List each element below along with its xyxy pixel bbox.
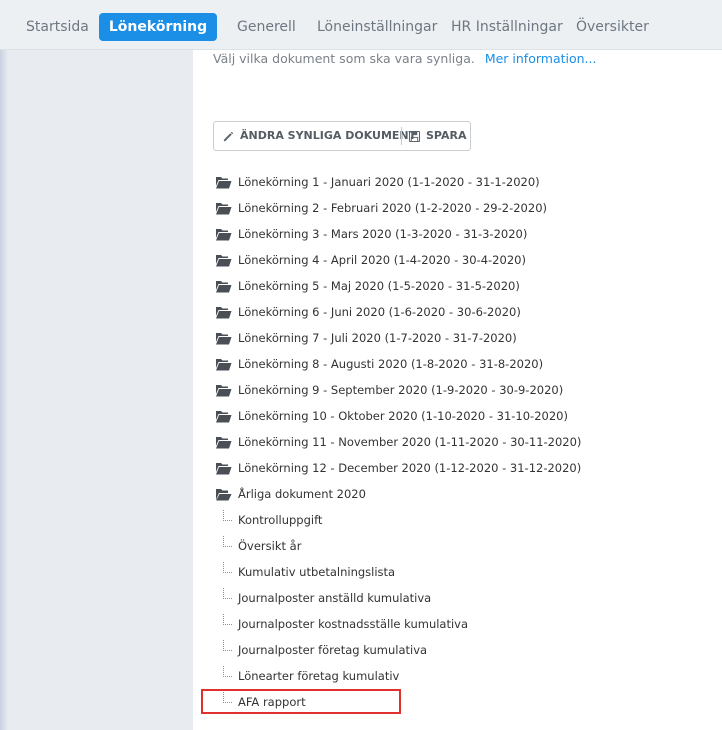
folder-closed-icon (216, 229, 232, 241)
tree-folder-label: Lönekörning 11 - November 2020 (1-11-202… (238, 435, 582, 449)
top-navigation: Startsida Lönekörning Generell Löneinstä… (0, 0, 722, 50)
save-label: SPARA (426, 129, 467, 142)
tree-document-label: Kontrolluppgift (238, 513, 323, 527)
highlight-afa-rapport (201, 689, 401, 714)
tree-document-label: Kumulativ utbetalningslista (238, 565, 396, 579)
tree-folder-label: Lönekörning 9 - September 2020 (1-9-2020… (238, 383, 564, 397)
tree-folder-label: Lönekörning 5 - Maj 2020 (1-5-2020 - 31-… (238, 279, 520, 293)
document-toolbar: ÄNDRA SYNLIGA DOKUMENT SPARA (213, 121, 471, 151)
folder-closed-icon (216, 463, 232, 475)
more-info-link[interactable]: Mer information... (485, 51, 597, 66)
tab-startsida[interactable]: Startsida (26, 13, 89, 41)
tree-folder-label: Lönekörning 10 - Oktober 2020 (1-10-2020… (238, 409, 568, 423)
folder-closed-icon (216, 333, 232, 345)
tree-folder-label: Lönekörning 8 - Augusti 2020 (1-8-2020 -… (238, 357, 544, 371)
floppy-disk-icon (408, 130, 421, 142)
tree-folder-label: Lönekörning 6 - Juni 2020 (1-6-2020 - 30… (238, 305, 521, 319)
folder-closed-icon (216, 359, 232, 371)
tree-connector (223, 666, 232, 677)
tree-connector (223, 562, 232, 573)
tree-document-label: Lönearter företag kumulativ (238, 669, 400, 683)
tree-folder-label: Lönekörning 1 - Januari 2020 (1-1-2020 -… (238, 175, 540, 189)
tree-folder-label: Lönekörning 7 - Juli 2020 (1-7-2020 - 31… (238, 331, 517, 345)
tree-folder-label: Lönekörning 2 - Februari 2020 (1-2-2020 … (238, 201, 547, 215)
folder-open-icon (216, 489, 232, 501)
folder-closed-icon (216, 437, 232, 449)
sidebar (0, 50, 193, 730)
tree-document-label: Journalposter företag kumulativa (238, 643, 428, 657)
toolbar-divider (401, 127, 402, 145)
save-button[interactable]: SPARA (408, 122, 467, 150)
tree-document-label: Journalposter anställd kumulativa (238, 591, 432, 605)
tab-lonekorning[interactable]: Lönekörning (99, 13, 217, 41)
tree-connector (223, 510, 232, 521)
main-content: Välj vilka dokument som ska vara synliga… (193, 50, 722, 730)
sidebar-edge (0, 50, 8, 730)
folder-closed-icon (216, 281, 232, 293)
folder-closed-icon (216, 177, 232, 189)
tree-folder-label: Lönekörning 4 - April 2020 (1-4-2020 - 3… (238, 253, 526, 267)
tree-folder-label: Lönekörning 3 - Mars 2020 (1-3-2020 - 31… (238, 227, 528, 241)
folder-closed-icon (216, 307, 232, 319)
tree-folder-label: Årliga dokument 2020 (238, 487, 366, 501)
tab-hr-installningar[interactable]: HR Inställningar (451, 13, 563, 41)
folder-closed-icon (216, 255, 232, 267)
folder-closed-icon (216, 203, 232, 215)
tab-oversikter[interactable]: Översikter (576, 13, 649, 41)
folder-closed-icon (216, 385, 232, 397)
tree-document-label: Översikt år (238, 539, 302, 553)
edit-visible-documents-label: ÄNDRA SYNLIGA DOKUMENT (240, 129, 417, 142)
tree-document-label: Journalposter kostnadsställe kumulativa (238, 617, 469, 631)
pencil-icon (223, 131, 234, 141)
tree-connector (223, 640, 232, 651)
tree-connector (223, 614, 232, 625)
tree-connector (223, 588, 232, 599)
folder-closed-icon (216, 411, 232, 423)
tree-connector (223, 536, 232, 547)
intro-description: Välj vilka dokument som ska vara synliga… (213, 51, 475, 66)
tree-folder-label: Lönekörning 12 - December 2020 (1-12-202… (238, 461, 582, 475)
tab-loneinstallningar[interactable]: Löneinställningar (317, 13, 437, 41)
intro-text: Välj vilka dokument som ska vara synliga… (213, 51, 596, 66)
edit-visible-documents-button[interactable]: ÄNDRA SYNLIGA DOKUMENT (223, 122, 416, 150)
tab-generell[interactable]: Generell (237, 13, 296, 41)
